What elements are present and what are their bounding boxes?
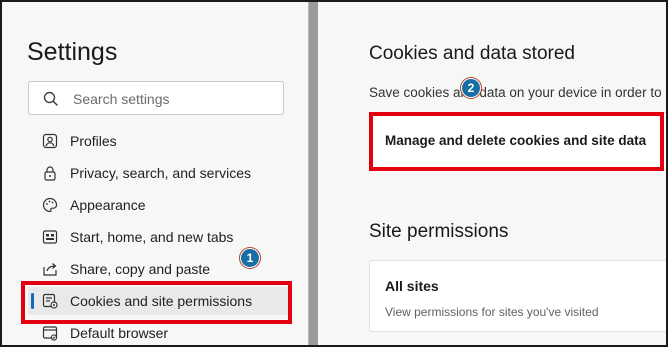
sidebar-item-label: Appearance [70, 197, 146, 213]
step-badge-2: 2 [461, 78, 481, 98]
palette-icon [40, 195, 60, 215]
sidebar-item-profiles[interactable]: Profiles [28, 127, 288, 155]
profile-icon [40, 131, 60, 151]
search-icon [43, 91, 59, 107]
highlight-box-step1 [21, 281, 292, 324]
settings-title: Settings [27, 38, 118, 66]
highlight-box-step2 [369, 112, 664, 171]
sidebar-item-start-home[interactable]: Start, home, and new tabs [28, 223, 288, 251]
lock-icon [40, 163, 60, 183]
search-box[interactable] [28, 81, 284, 115]
cookies-heading: Cookies and data stored [369, 43, 575, 64]
sidebar-item-appearance[interactable]: Appearance [28, 191, 288, 219]
window-frame: Settings Profiles Privacy, search, and s… [0, 0, 668, 347]
sidebar-item-label: Default browser [70, 325, 169, 341]
start-page-icon [40, 227, 60, 247]
site-permissions-heading: Site permissions [369, 221, 509, 242]
sidebar-item-label: Privacy, search, and services [70, 165, 252, 181]
sidebar-item-privacy[interactable]: Privacy, search, and services [28, 159, 288, 187]
browser-icon [40, 323, 60, 343]
all-sites-title[interactable]: All sites [385, 278, 439, 294]
share-icon [40, 259, 60, 279]
sidebar-item-label: Start, home, and new tabs [70, 229, 234, 245]
all-sites-description: View permissions for sites you've visite… [385, 305, 599, 319]
sidebar-item-label: Profiles [70, 133, 117, 149]
search-input[interactable] [73, 88, 273, 110]
cookies-description: Save cookies and data on your device in … [369, 85, 662, 100]
sidebar-scrollbar[interactable] [308, 2, 318, 345]
all-sites-card[interactable] [369, 260, 666, 332]
step-badge-1: 1 [240, 248, 260, 268]
sidebar-item-label: Share, copy and paste [70, 261, 211, 277]
